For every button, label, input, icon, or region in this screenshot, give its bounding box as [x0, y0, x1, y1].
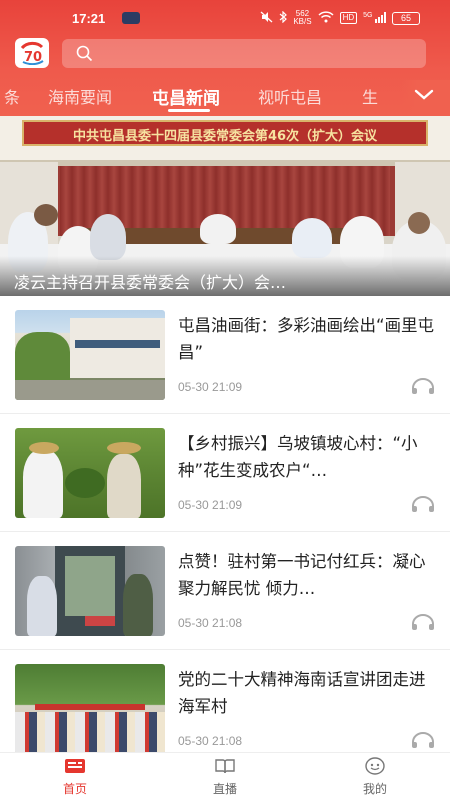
- wifi-icon: [318, 11, 334, 25]
- bluetooth-icon: [279, 10, 288, 25]
- channel-tabs: 条 海南要闻 屯昌新闻 视听屯昌 生: [0, 84, 450, 112]
- headphones-icon[interactable]: [410, 731, 436, 753]
- hd-badge: HD: [339, 12, 358, 24]
- search-icon: [76, 45, 93, 66]
- notification-app-icon: [122, 12, 140, 24]
- tab-hainan-news[interactable]: 海南要闻: [48, 84, 112, 108]
- profile-icon: [364, 757, 386, 779]
- headphones-icon[interactable]: [410, 613, 436, 635]
- banner-person: [200, 214, 236, 244]
- news-time: 05-30 21:09: [178, 498, 243, 512]
- signboard-text: 中共屯昌县委十四届县委常委会第46次（扩大）会议: [72, 129, 378, 144]
- search-input[interactable]: [62, 39, 426, 68]
- status-time: 17:21: [72, 11, 106, 26]
- battery-indicator: 65: [392, 11, 420, 25]
- status-bar: 17:21 562 KB/S HD 5G 65: [0, 0, 450, 34]
- news-item[interactable]: 点赞！驻村第一书记付红兵：凝心聚力解民忧 倾力… 05-30 21:08: [0, 532, 450, 650]
- nav-live[interactable]: 直播: [185, 757, 265, 797]
- app-header: 17:21 562 KB/S HD 5G 65 70 条 海南要闻 屯昌新闻 视…: [0, 0, 450, 116]
- news-time: 05-30 21:08: [178, 616, 243, 630]
- active-tab-indicator: [168, 109, 210, 112]
- network-speed: 562 KB/S: [293, 10, 311, 26]
- status-indicators: 562 KB/S HD 5G 65: [260, 10, 420, 26]
- app-logo-icon[interactable]: 70: [15, 38, 49, 68]
- tab-partial-left[interactable]: 条: [4, 84, 20, 108]
- news-thumbnail: [15, 310, 165, 400]
- mute-icon: [260, 11, 273, 25]
- tab-partial-right[interactable]: 生: [362, 84, 378, 108]
- live-book-icon: [214, 759, 236, 779]
- news-thumbnail: [15, 546, 165, 636]
- news-time: 05-30 21:09: [178, 380, 243, 394]
- news-time: 05-30 21:08: [178, 734, 243, 748]
- banner-caption: 凌云主持召开县委常委会（扩大）会…: [14, 273, 287, 292]
- nav-profile-label: 我的: [362, 782, 387, 796]
- cellular-signal-icon: 5G: [363, 11, 386, 25]
- headphones-icon[interactable]: [410, 495, 436, 517]
- banner-person-head: [34, 204, 58, 226]
- news-item[interactable]: 【乡村振兴】乌坡镇坡心村：“小种”花生变成农户“… 05-30 21:09: [0, 414, 450, 532]
- news-thumbnail: [15, 664, 165, 754]
- news-thumbnail: [15, 428, 165, 518]
- headline-banner[interactable]: 中共屯昌县委十四届县委常委会第46次（扩大）会议 凌云主持召开县委常委会（扩大）…: [0, 116, 450, 296]
- signal-label: 5G: [363, 11, 373, 19]
- tab-tunchang-news[interactable]: 屯昌新闻: [152, 84, 220, 109]
- nav-home[interactable]: 首页: [35, 757, 115, 797]
- news-title: 【乡村振兴】乌坡镇坡心村：“小种”花生变成农户“…: [178, 434, 418, 480]
- news-item[interactable]: 党的二十大精神海南话宣讲团走进海军村 05-30 21:08: [0, 650, 450, 768]
- tab-tunchang-video[interactable]: 视听屯昌: [258, 84, 322, 108]
- meeting-signboard: 中共屯昌县委十四届县委常委会第46次（扩大）会议: [22, 120, 428, 146]
- nav-home-label: 首页: [62, 782, 87, 796]
- news-title: 党的二十大精神海南话宣讲团走进海军村: [178, 670, 426, 716]
- news-item[interactable]: 屯昌油画街：多彩油画绘出“画里屯昌” 05-30 21:09: [0, 296, 450, 414]
- bottom-navigation: 首页 直播 我的: [0, 752, 450, 800]
- banner-person: [292, 218, 332, 258]
- nav-profile[interactable]: 我的: [335, 757, 415, 797]
- news-title: 屯昌油画街：多彩油画绘出“画里屯昌”: [178, 316, 435, 362]
- banner-person-head: [408, 212, 430, 234]
- network-speed-unit: KB/S: [293, 17, 312, 26]
- banner-person: [90, 214, 126, 260]
- home-news-icon: [64, 759, 86, 779]
- tab-expand-button[interactable]: [400, 80, 450, 114]
- nav-live-label: 直播: [212, 782, 237, 796]
- headphones-icon[interactable]: [410, 377, 436, 399]
- news-title: 点赞！驻村第一书记付红兵：凝心聚力解民忧 倾力…: [178, 552, 426, 598]
